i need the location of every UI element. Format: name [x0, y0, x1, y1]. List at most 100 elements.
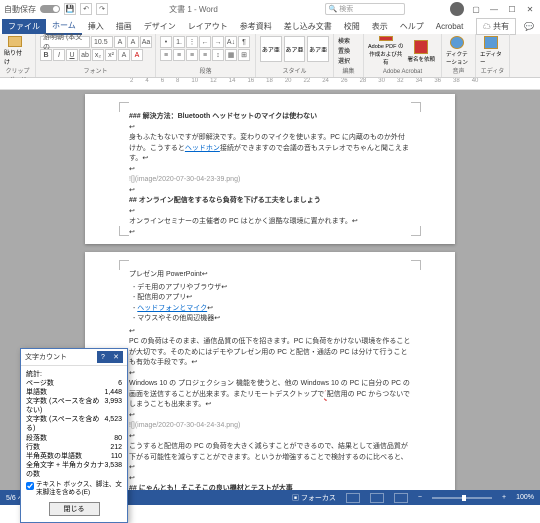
tab-layout[interactable]: レイアウト — [182, 19, 234, 34]
find-button[interactable]: 検索 — [338, 36, 350, 45]
tab-design[interactable]: デザイン — [138, 19, 182, 34]
style-normal[interactable]: あア亜 — [260, 36, 282, 62]
paragraph[interactable]: こうすると配信用の PC の負荷を大きく減らすことができるので、結果として通信品… — [129, 442, 411, 474]
view-print-button[interactable] — [370, 493, 384, 503]
undo-icon[interactable]: ↶ — [80, 3, 92, 15]
clear-format-button[interactable]: Aa — [140, 36, 152, 48]
indent-right-button[interactable]: → — [212, 36, 224, 48]
include-textbox-checkbox[interactable]: テキスト ボックス、脚注、文末脚注を含める(E) — [26, 479, 122, 499]
view-read-button[interactable] — [346, 493, 360, 503]
dictate-button[interactable]: ディクテーション — [446, 36, 468, 66]
ribbon-display-icon[interactable]: ▢ — [470, 3, 482, 15]
paragraph[interactable]: ↩ — [129, 165, 411, 176]
paragraph[interactable]: 身もふたもないですが即解決です。変わりのマイクを使います。PC に内蔵のものか外… — [129, 133, 411, 165]
replace-button[interactable]: 置換 — [338, 46, 350, 55]
zoom-level[interactable]: 100% — [516, 494, 534, 501]
bold-button[interactable]: B — [40, 49, 52, 61]
show-marks-button[interactable]: ¶ — [238, 36, 250, 48]
bullets-button[interactable]: • — [160, 36, 172, 48]
tab-draw[interactable]: 描画 — [110, 19, 138, 34]
status-focus[interactable]: ▣ フォーカス — [292, 493, 336, 503]
image-placeholder[interactable]: ![](image/2020-07-30-04-24-34.png) — [129, 421, 411, 432]
list-item[interactable]: マウスやその他周辺機器↩ — [133, 314, 411, 325]
borders-button[interactable]: ⊞ — [238, 49, 250, 61]
paragraph[interactable]: ↩ — [129, 474, 411, 485]
minimize-icon[interactable]: — — [488, 3, 500, 15]
indent-left-button[interactable]: ← — [199, 36, 211, 48]
maximize-icon[interactable]: ☐ — [506, 3, 518, 15]
sort-button[interactable]: A↓ — [225, 36, 237, 48]
paragraph[interactable]: ↩ — [129, 186, 411, 197]
heading[interactable]: ## オンライン配信をするなら負荷を下げる工夫をしましょう — [129, 196, 411, 207]
paragraph[interactable]: プレゼン用 PowerPoint↩ — [129, 270, 411, 281]
tab-references[interactable]: 参考資料 — [234, 19, 278, 34]
tab-file[interactable]: ファイル — [2, 19, 46, 34]
list-item[interactable]: デモ用のアプリやブラウザ↩ — [133, 283, 411, 294]
redo-icon[interactable]: ↷ — [96, 3, 108, 15]
image-placeholder[interactable]: ![](image/2020-07-30-04-23-39.png) — [129, 175, 411, 186]
tab-mailings[interactable]: 差し込み文書 — [278, 19, 338, 34]
line-spacing-button[interactable]: ↕ — [212, 49, 224, 61]
pdf-icon — [379, 36, 393, 41]
style-heading[interactable]: あア亜 — [284, 36, 306, 62]
list-item[interactable]: 配信用のアプリ↩ — [133, 293, 411, 304]
zoom-slider[interactable] — [432, 497, 492, 499]
dialog-help-icon[interactable]: ? — [97, 351, 109, 363]
editor-button[interactable]: エディター — [480, 36, 502, 66]
paragraph[interactable]: ↩ — [129, 369, 411, 380]
user-avatar[interactable] — [450, 2, 464, 16]
share-button[interactable]: ☁ 共有 — [476, 18, 516, 35]
style-nospace[interactable]: あア亜 — [307, 36, 329, 62]
heading[interactable]: ### 解決方法：Bluetooth ヘッドセットのマイクは使わない — [129, 112, 411, 123]
underline-button[interactable]: U — [66, 49, 78, 61]
comments-button[interactable]: 💬 — [518, 20, 540, 33]
save-icon[interactable]: 💾 — [64, 3, 76, 15]
paragraph[interactable]: ↩ — [129, 432, 411, 443]
font-size-dropdown[interactable]: 10.5 — [91, 36, 113, 48]
ruler[interactable]: 246810121416182022242628303234363840 — [0, 78, 540, 90]
justify-button[interactable]: ≡ — [199, 49, 211, 61]
align-center-button[interactable]: ≡ — [173, 49, 185, 61]
dialog-close-button[interactable]: 閉じる — [49, 502, 100, 516]
superscript-button[interactable]: x² — [105, 49, 117, 61]
tab-help[interactable]: ヘルプ — [394, 19, 430, 34]
strike-button[interactable]: ab — [79, 49, 91, 61]
paragraph[interactable]: オンラインセミナーの主催者の PC はとかく過酷な環境に置かれます。↩ — [129, 217, 411, 228]
subscript-button[interactable]: x₂ — [92, 49, 104, 61]
zoom-in-button[interactable]: + — [502, 494, 506, 501]
paragraph[interactable]: PC の負荷はそのまま、通信品質の低下を招きます。PC に負荷をかけない環境を作… — [129, 337, 411, 369]
shading-button[interactable]: ▦ — [225, 49, 237, 61]
shrink-font-button[interactable]: A — [127, 36, 139, 48]
dialog-close-icon[interactable]: ✕ — [109, 351, 123, 363]
tab-view[interactable]: 表示 — [366, 19, 394, 34]
stat-label: 行数 — [26, 443, 40, 452]
autosave-toggle[interactable] — [40, 5, 60, 13]
numbering-button[interactable]: 1. — [173, 36, 185, 48]
font-name-dropdown[interactable]: 游明朝 (本文の — [40, 36, 90, 48]
close-icon[interactable]: ✕ — [524, 3, 536, 15]
font-color-button[interactable]: A — [131, 49, 143, 61]
paragraph[interactable]: ↩ — [129, 411, 411, 422]
autosave-label: 自動保存 — [4, 4, 36, 15]
adobe-create-button[interactable]: Adobe PDF の作成および共有 — [368, 36, 403, 66]
paragraph[interactable]: Windows 10 の プロジェクション 機能を使うと、他の Windows … — [129, 379, 411, 411]
grow-font-button[interactable]: A — [114, 36, 126, 48]
italic-button[interactable]: I — [53, 49, 65, 61]
paragraph[interactable]: ↩ — [129, 228, 411, 239]
align-right-button[interactable]: ≡ — [186, 49, 198, 61]
paragraph[interactable]: ↩ — [129, 327, 411, 338]
zoom-out-button[interactable]: − — [418, 494, 422, 501]
tab-review[interactable]: 校閲 — [338, 19, 366, 34]
paste-button[interactable]: 貼り付け — [4, 36, 26, 66]
align-left-button[interactable]: ≡ — [160, 49, 172, 61]
tab-acrobat[interactable]: Acrobat — [430, 20, 470, 33]
highlight-button[interactable]: A — [118, 49, 130, 61]
search-input[interactable]: 🔍 検索 — [325, 3, 405, 15]
view-web-button[interactable] — [394, 493, 408, 503]
multilevel-button[interactable]: ⋮ — [186, 36, 198, 48]
paragraph[interactable]: ↩ — [129, 123, 411, 134]
adobe-sign-button[interactable]: 署名を依頼 — [405, 36, 437, 66]
paragraph[interactable]: ↩ — [129, 207, 411, 218]
select-button[interactable]: 選択 — [338, 56, 350, 65]
list-item[interactable]: ヘッドフォンとマイク↩ — [133, 304, 411, 315]
